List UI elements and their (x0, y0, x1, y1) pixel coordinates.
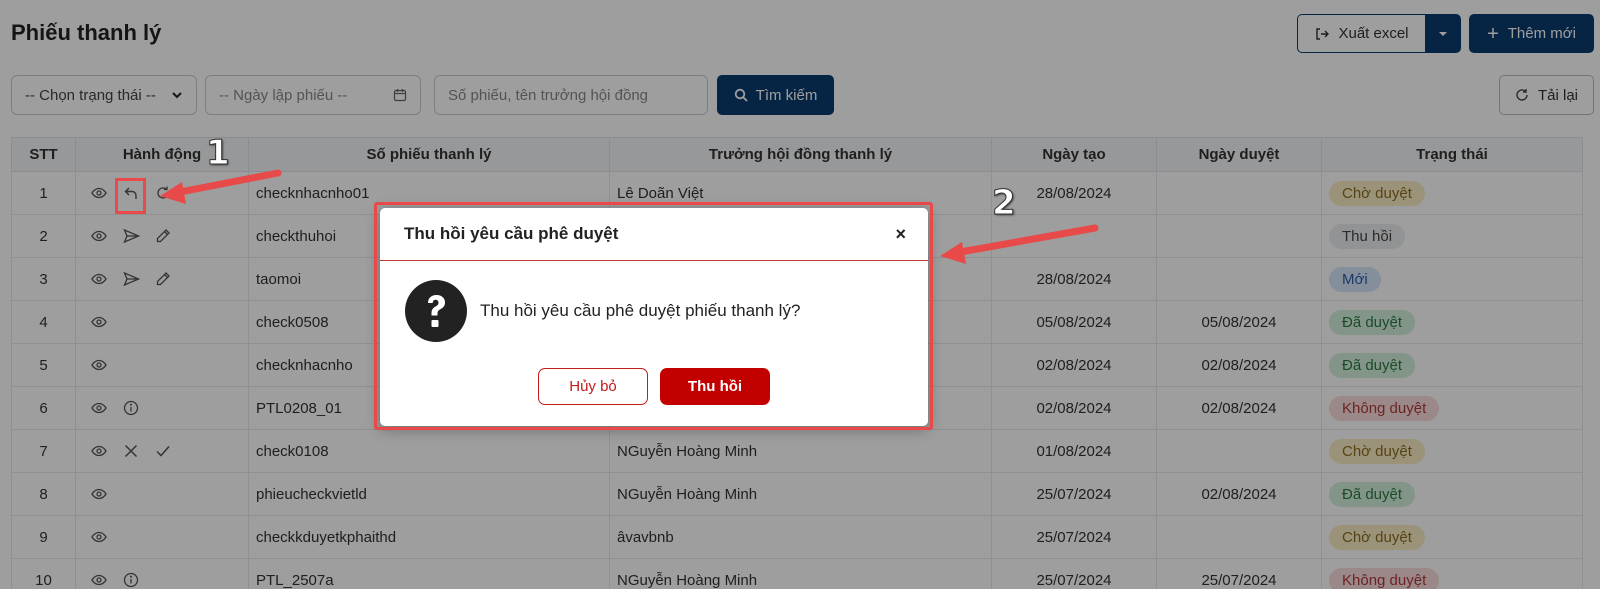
annotation-marker-2: 2 (992, 183, 1017, 224)
modal-highlight-outline (374, 202, 933, 430)
undo-highlight-box (115, 178, 146, 214)
annotation-marker-1: 1 (206, 133, 231, 174)
